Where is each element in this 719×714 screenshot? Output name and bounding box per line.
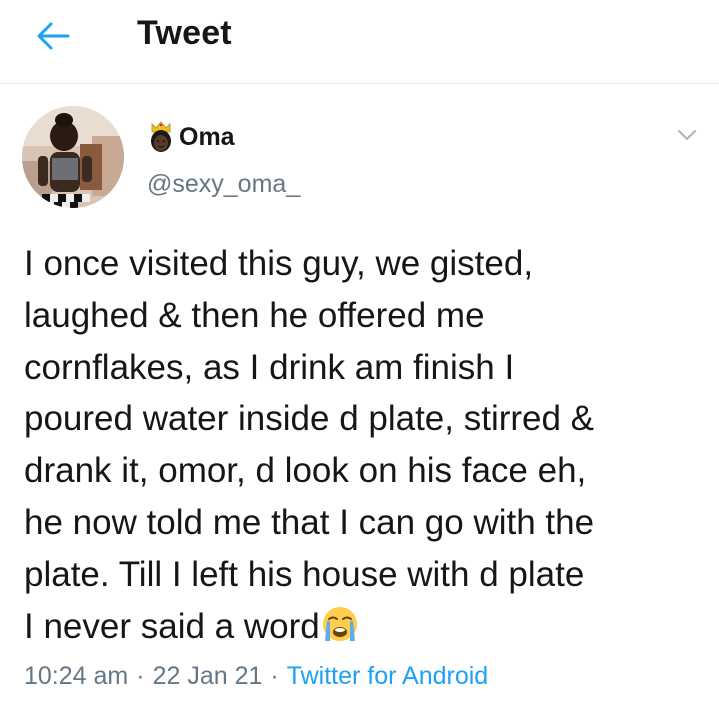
tweet-source-link[interactable]: Twitter for Android: [287, 662, 488, 690]
arrow-left-icon: [37, 22, 70, 50]
crowned-face-emoji-icon: [151, 121, 171, 152]
meta-separator: ·: [136, 662, 145, 690]
tweet-body: I once visited this guy, we gisted, laug…: [24, 244, 595, 646]
tweet-time: 10:24 am: [24, 662, 129, 690]
meta-separator: ·: [270, 662, 279, 690]
tweet-text: I once visited this guy, we gisted, laug…: [24, 238, 704, 652]
page-title: Tweet: [137, 14, 232, 52]
author-name: Oma: [179, 122, 235, 151]
avatar[interactable]: [22, 106, 124, 208]
back-button[interactable]: [30, 16, 76, 56]
tweet-date: 22 Jan 21: [152, 662, 263, 690]
chevron-down-icon[interactable]: [675, 123, 699, 147]
tweet-meta: 10:24 am · 22 Jan 21 · Twitter for Android: [24, 662, 488, 691]
loudly-crying-face-emoji-icon: [322, 606, 357, 641]
avatar-photo: [22, 106, 124, 208]
author-handle[interactable]: @sexy_oma_: [147, 170, 300, 199]
top-bar: Tweet: [0, 0, 719, 84]
author-name-row[interactable]: Oma: [147, 120, 235, 154]
